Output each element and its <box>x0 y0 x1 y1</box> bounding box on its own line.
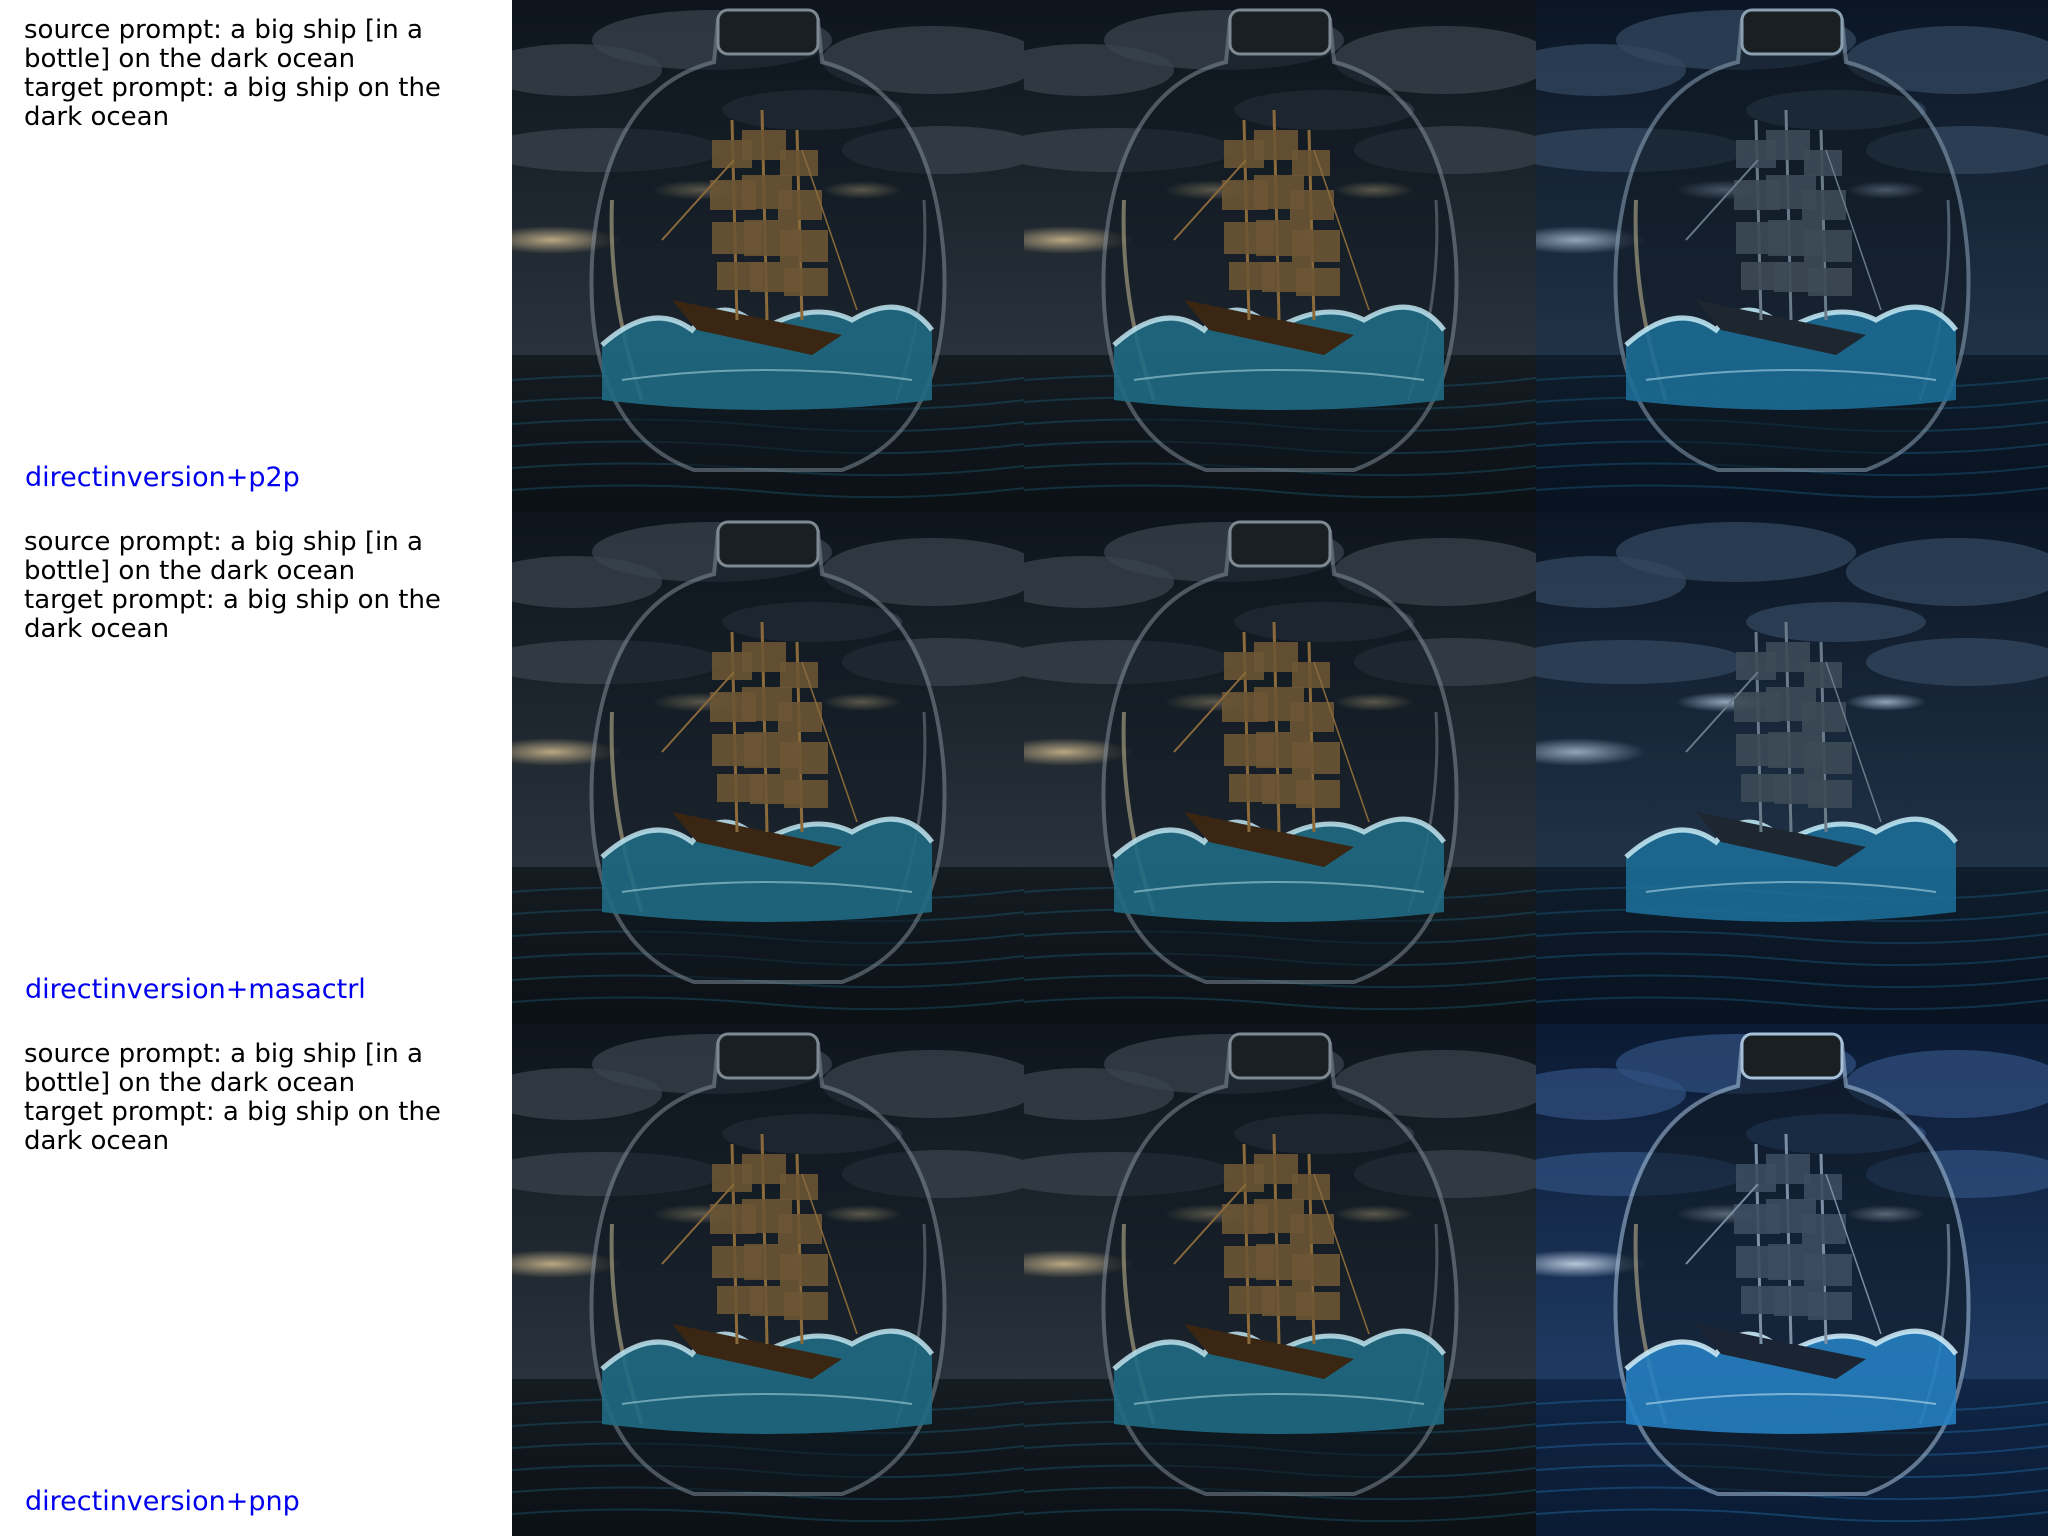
prompt-caption: source prompt: a big ship [in a bottle] … <box>0 0 512 512</box>
prompt-caption: source prompt: a big ship [in a bottle] … <box>0 1024 512 1536</box>
ship-image-edited <box>1536 512 2048 1024</box>
prompt-text: source prompt: a big ship [in a bottle] … <box>24 1040 504 1156</box>
target-prompt: target prompt: a big ship on the dark oc… <box>24 585 441 644</box>
result-row: source prompt: a big ship [in a bottle] … <box>0 512 2048 1024</box>
ship-scene <box>1536 1024 2048 1536</box>
source-prompt: source prompt: a big ship [in a bottle] … <box>24 15 423 74</box>
ship-scene <box>1024 1024 1536 1536</box>
method-label: directinversion+pnp <box>25 1486 300 1517</box>
ship-image-reconstruction <box>1024 1024 1536 1536</box>
ship-scene <box>1536 512 2048 1024</box>
ship-scene <box>1024 512 1536 1024</box>
method-label: directinversion+p2p <box>25 462 300 493</box>
ship-image-source <box>512 1024 1024 1536</box>
target-prompt: target prompt: a big ship on the dark oc… <box>24 73 441 132</box>
ship-image-source <box>512 0 1024 512</box>
ship-scene <box>512 1024 1024 1536</box>
source-prompt: source prompt: a big ship [in a bottle] … <box>24 1039 423 1098</box>
ship-scene <box>1024 0 1536 512</box>
ship-image-edited <box>1536 1024 2048 1536</box>
method-label: directinversion+masactrl <box>25 974 366 1005</box>
prompt-text: source prompt: a big ship [in a bottle] … <box>24 16 504 132</box>
ship-scene <box>512 0 1024 512</box>
prompt-caption: source prompt: a big ship [in a bottle] … <box>0 512 512 1024</box>
target-prompt: target prompt: a big ship on the dark oc… <box>24 1097 441 1156</box>
ship-image-reconstruction <box>1024 512 1536 1024</box>
source-prompt: source prompt: a big ship [in a bottle] … <box>24 527 423 586</box>
ship-scene <box>1536 0 2048 512</box>
result-row: source prompt: a big ship [in a bottle] … <box>0 1024 2048 1536</box>
comparison-grid: source prompt: a big ship [in a bottle] … <box>0 0 2048 1536</box>
ship-scene <box>512 512 1024 1024</box>
prompt-text: source prompt: a big ship [in a bottle] … <box>24 528 504 644</box>
result-row: source prompt: a big ship [in a bottle] … <box>0 0 2048 512</box>
ship-image-source <box>512 512 1024 1024</box>
ship-image-reconstruction <box>1024 0 1536 512</box>
ship-image-edited <box>1536 0 2048 512</box>
